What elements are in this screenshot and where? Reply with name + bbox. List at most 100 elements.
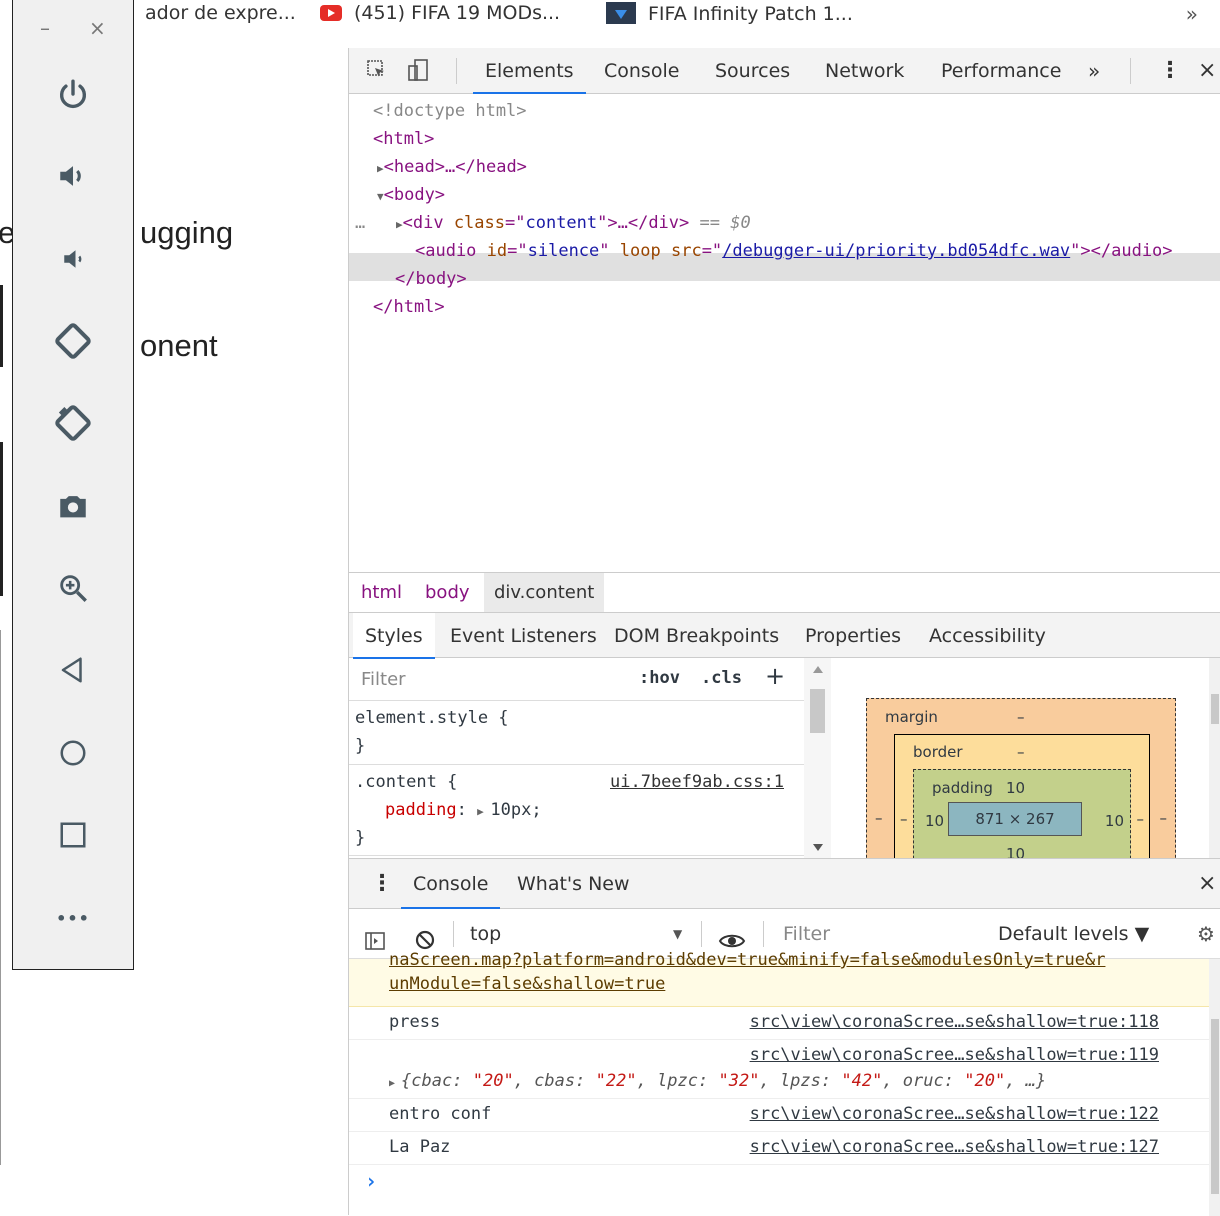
box-model: margin – – – border – – – padding 10 10 … [831, 658, 1220, 858]
cls-button[interactable]: .cls [701, 668, 742, 688]
selected-marker: == $0 [689, 213, 751, 233]
back-button[interactable] [13, 640, 133, 700]
drawer-menu-button[interactable]: ⋮ [371, 859, 393, 909]
tree-node-body[interactable]: ▼<body> [377, 181, 445, 211]
tab-elements[interactable]: Elements [473, 48, 586, 94]
zoom-button[interactable] [13, 558, 133, 618]
devtools-close-button[interactable]: × [1198, 48, 1216, 94]
box-border[interactable]: border – – – padding 10 10 10 10 871 × 2… [894, 734, 1150, 858]
console-source-link[interactable]: src\view\coronaScree…se&shallow=true:119 [750, 1045, 1159, 1065]
inspect-element-button[interactable] [365, 58, 389, 86]
console-scrollbar[interactable] [1209, 959, 1220, 1216]
tab-properties[interactable]: Properties [805, 613, 901, 659]
console-message[interactable]: La Paz src\view\coronaScree…se&shallow=t… [349, 1132, 1209, 1165]
volume-up-button[interactable] [13, 146, 133, 206]
drawer-tab-whats-new[interactable]: What's New [517, 859, 630, 909]
new-rule-button[interactable]: + [765, 662, 785, 690]
styles-scrollbar[interactable] [804, 658, 831, 858]
styles-filter-input[interactable]: Filter [355, 664, 621, 696]
console-prompt[interactable]: › [365, 1169, 377, 1193]
device-toolbar-button[interactable] [407, 58, 431, 86]
tree-node-body-close[interactable]: </body> [395, 265, 467, 293]
overview-button[interactable] [13, 805, 133, 865]
tree-text: ">…</div> [597, 213, 690, 233]
drawer-tab-console[interactable]: Console [401, 859, 501, 909]
console-message[interactable]: press src\view\coronaScree…se&shallow=tr… [349, 1007, 1209, 1040]
boxmodel-scrollbar[interactable] [1209, 658, 1220, 858]
console-sidebar-toggle[interactable] [363, 922, 387, 950]
console-source-link[interactable]: src\view\coronaScree…se&shallow=true:122 [750, 1104, 1159, 1124]
console-message-text[interactable]: naScreen.map?platform=android&dev=true&m… [389, 950, 1105, 970]
scroll-thumb[interactable] [810, 689, 825, 733]
hov-button[interactable]: :hov [639, 668, 680, 688]
bookmark-item[interactable]: ador de expre... [145, 2, 296, 24]
zoom-in-icon [60, 575, 87, 602]
power-button[interactable] [13, 64, 133, 124]
tab-sources[interactable]: Sources [715, 48, 790, 94]
close-button[interactable]: × [89, 16, 106, 40]
console-message[interactable]: entro conf src\view\coronaScree…se&shall… [349, 1099, 1209, 1132]
css-property[interactable]: padding: ▶ 10px; [385, 800, 542, 820]
tab-styles[interactable]: Styles [353, 613, 435, 659]
scroll-up-icon[interactable] [813, 666, 823, 673]
breadcrumb-body[interactable]: body [425, 573, 470, 613]
obj-comma: , [882, 1071, 903, 1091]
obj-key: cbac [411, 1071, 453, 1091]
volume-down-button[interactable] [13, 229, 133, 289]
element-style-rule[interactable]: element.style { [355, 708, 509, 728]
tree-node-doctype[interactable]: <!doctype html> [373, 97, 527, 125]
bookmarks-bar: ador de expre... (451) FIFA 19 MODs... F… [0, 0, 1220, 30]
power-icon [60, 79, 86, 109]
breadcrumb-html[interactable]: html [361, 573, 402, 613]
live-expression-button[interactable] [718, 922, 746, 948]
console-source-link[interactable]: src\view\coronaScree…se&shallow=true:127 [750, 1137, 1159, 1157]
tab-dom-breakpoints[interactable]: DOM Breakpoints [614, 613, 779, 659]
row-more-dots[interactable]: … [355, 209, 365, 237]
box-padding[interactable]: padding 10 10 10 10 871 × 267 [913, 769, 1131, 858]
console-settings-gear-icon[interactable]: ⚙ [1197, 909, 1215, 959]
content-rule-selector[interactable]: .content { [355, 772, 457, 792]
minimize-button[interactable]: – [40, 16, 50, 40]
console-message-warning[interactable]: naScreen.map?platform=android&dev=true&m… [349, 950, 1209, 1007]
breadcrumb-div-content[interactable]: div.content [484, 573, 605, 613]
obj-comma: , [636, 1071, 658, 1091]
scroll-thumb[interactable] [1211, 694, 1219, 724]
drawer-close-button[interactable]: × [1198, 859, 1216, 909]
bookmark-fifa-patch[interactable]: FIFA Infinity Patch 1... [606, 2, 853, 25]
console-source-link[interactable]: src\view\coronaScree…se&shallow=true:118 [750, 1012, 1159, 1032]
tab-accessibility[interactable]: Accessibility [929, 613, 1046, 659]
tree-node-html-close[interactable]: </html> [373, 293, 445, 321]
box-margin[interactable]: margin – – – border – – – padding 10 10 … [866, 698, 1176, 858]
console-object-preview[interactable]: ▶ {cbac: "20", cbas: "22", lpzc: "32", l… [389, 1071, 1046, 1091]
rotate-left-button[interactable] [13, 311, 133, 371]
tree-node-head[interactable]: ▶<head>…</head> [377, 153, 527, 183]
console-message-text[interactable]: unModule=false&shallow=true [389, 974, 665, 994]
tree-node-html[interactable]: <html> [373, 125, 434, 153]
tab-console[interactable]: Console [604, 48, 679, 94]
scroll-thumb[interactable] [1211, 1019, 1219, 1194]
scroll-down-icon[interactable] [813, 844, 823, 851]
css-source-link[interactable]: ui.7beef9ab.css:1 [610, 772, 784, 792]
tree-node-audio[interactable]: <audio id="silence" loop src="/debugger-… [415, 237, 1173, 265]
rotate-right-button[interactable] [13, 393, 133, 453]
clear-console-button[interactable] [413, 921, 437, 950]
screenshot-button[interactable] [13, 476, 133, 536]
elements-tree: <!doctype html> <html> ▶<head>…</head> ▼… [349, 94, 1220, 570]
home-button[interactable] [13, 723, 133, 783]
expand-arrow-icon[interactable]: ▶ [477, 805, 490, 818]
tab-performance[interactable]: Performance [941, 48, 1061, 94]
margin-value: – [1017, 708, 1025, 726]
box-content[interactable]: 871 × 267 [948, 802, 1082, 836]
bookmark-youtube[interactable]: (451) FIFA 19 MODs... [320, 2, 560, 24]
tree-node-div-content[interactable]: ▶<div class="content">…</div> == $0 [396, 209, 751, 239]
tab-network[interactable]: Network [825, 48, 904, 94]
tree-attr: src [670, 241, 702, 261]
bookmarks-overflow-button[interactable]: » [1186, 2, 1198, 26]
tab-event-listeners[interactable]: Event Listeners [450, 613, 597, 659]
devtools-menu-button[interactable]: ⋮ [1159, 48, 1181, 94]
tabs-overflow-button[interactable]: » [1088, 48, 1100, 94]
console-message[interactable]: src\view\coronaScree…se&shallow=true:119… [349, 1040, 1209, 1099]
audio-src-link[interactable]: /debugger-ui/priority.bd054dfc.wav [722, 241, 1070, 261]
expand-arrow-icon[interactable]: ▶ [389, 1078, 401, 1089]
more-button[interactable]: ••• [13, 888, 133, 948]
